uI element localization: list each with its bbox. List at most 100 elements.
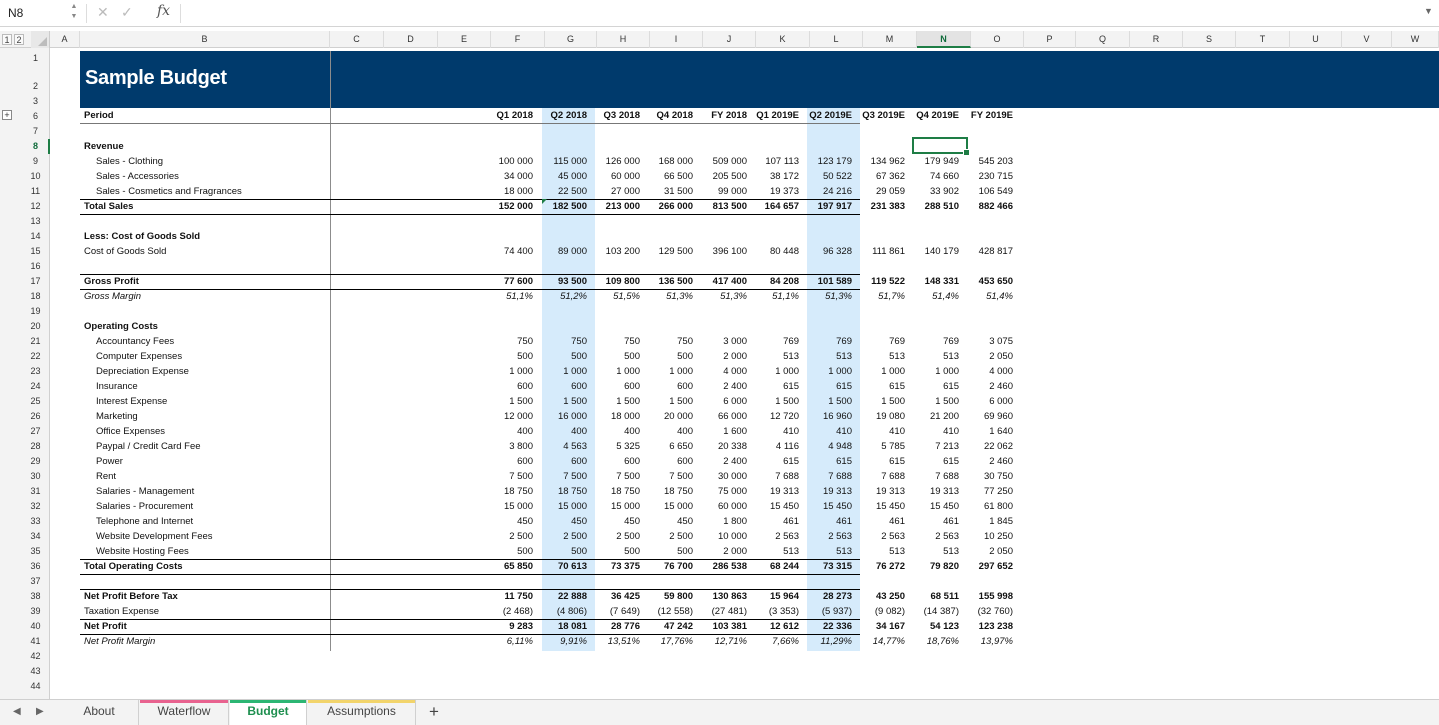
row-header-28[interactable]: 28 xyxy=(21,439,50,454)
row-label[interactable]: Cost of Goods Sold xyxy=(84,244,324,259)
value-cell[interactable]: 5 785 xyxy=(853,439,905,454)
value-cell[interactable]: 461 xyxy=(853,514,905,529)
value-cell[interactable]: 19 313 xyxy=(853,484,905,499)
value-cell[interactable]: 77 600 xyxy=(481,274,533,289)
value-cell[interactable]: 29 059 xyxy=(853,184,905,199)
value-cell[interactable]: 51,2% xyxy=(535,289,587,304)
row-label[interactable]: Sales - Clothing xyxy=(96,154,336,169)
value-cell[interactable]: 6,11% xyxy=(481,634,533,649)
value-cell[interactable]: 615 xyxy=(800,454,852,469)
value-cell[interactable]: 600 xyxy=(588,454,640,469)
row-label[interactable]: Revenue xyxy=(84,139,324,154)
value-cell[interactable]: 7 500 xyxy=(641,469,693,484)
row-header-37[interactable]: 37 xyxy=(21,574,50,589)
value-cell[interactable]: 769 xyxy=(800,334,852,349)
value-cell[interactable]: 230 715 xyxy=(961,169,1013,184)
value-cell[interactable]: 134 962 xyxy=(853,154,905,169)
row-header-24[interactable]: 24 xyxy=(21,379,50,394)
value-cell[interactable]: 1 500 xyxy=(588,394,640,409)
value-cell[interactable]: 500 xyxy=(535,349,587,364)
value-cell[interactable]: 20 338 xyxy=(695,439,747,454)
value-cell[interactable]: 73 375 xyxy=(588,559,640,574)
row-header-29[interactable]: 29 xyxy=(21,454,50,469)
value-cell[interactable]: 7 688 xyxy=(853,469,905,484)
value-cell[interactable]: 7 500 xyxy=(481,469,533,484)
row-label[interactable]: Rent xyxy=(96,469,336,484)
value-cell[interactable]: 11 750 xyxy=(481,589,533,604)
value-cell[interactable]: 100 000 xyxy=(481,154,533,169)
add-sheet-button[interactable]: + xyxy=(424,702,444,722)
row-label[interactable]: Total Operating Costs xyxy=(84,559,324,574)
column-header-t[interactable]: T xyxy=(1236,31,1290,48)
value-cell[interactable]: 34 000 xyxy=(481,169,533,184)
value-cell[interactable]: 13,97% xyxy=(961,634,1013,649)
row-header-40[interactable]: 40 xyxy=(21,619,50,634)
row-label[interactable]: Operating Costs xyxy=(84,319,324,334)
value-cell[interactable]: 2 460 xyxy=(961,454,1013,469)
value-cell[interactable]: 51,4% xyxy=(907,289,959,304)
value-cell[interactable]: 461 xyxy=(907,514,959,529)
value-cell[interactable]: 4 000 xyxy=(695,364,747,379)
value-cell[interactable]: 600 xyxy=(588,379,640,394)
sheet-tab-assumptions[interactable]: Assumptions xyxy=(308,700,416,725)
sheet-tab-budget[interactable]: Budget xyxy=(230,700,307,725)
row-header-17[interactable]: 17 xyxy=(21,274,50,289)
value-cell[interactable]: 750 xyxy=(481,334,533,349)
value-cell[interactable]: 1 500 xyxy=(535,394,587,409)
value-cell[interactable]: 461 xyxy=(747,514,799,529)
value-cell[interactable]: 19 313 xyxy=(747,484,799,499)
value-cell[interactable]: 615 xyxy=(853,454,905,469)
formula-input[interactable] xyxy=(186,4,1406,22)
value-cell[interactable]: 12 612 xyxy=(747,619,799,634)
value-cell[interactable]: 65 850 xyxy=(481,559,533,574)
value-cell[interactable]: 600 xyxy=(481,379,533,394)
cancel-icon[interactable]: ✕ xyxy=(97,4,109,21)
value-cell[interactable]: 51,7% xyxy=(853,289,905,304)
value-cell[interactable]: 15 450 xyxy=(907,499,959,514)
value-cell[interactable]: 1 000 xyxy=(588,364,640,379)
row-header-21[interactable]: 21 xyxy=(21,334,50,349)
column-header-u[interactable]: U xyxy=(1290,31,1342,48)
value-cell[interactable]: 16 000 xyxy=(535,409,587,424)
value-cell[interactable]: 2 460 xyxy=(961,379,1013,394)
value-cell[interactable]: 410 xyxy=(800,424,852,439)
value-cell[interactable]: 89 000 xyxy=(535,244,587,259)
column-header-l[interactable]: L xyxy=(810,31,863,48)
value-cell[interactable]: 13,51% xyxy=(588,634,640,649)
value-cell[interactable]: 24 216 xyxy=(800,184,852,199)
row-header-1[interactable]: 1 xyxy=(21,48,50,68)
value-cell[interactable]: 410 xyxy=(853,424,905,439)
row-header-6[interactable]: 6 xyxy=(21,109,50,124)
value-cell[interactable]: 33 902 xyxy=(907,184,959,199)
value-cell[interactable]: 266 000 xyxy=(641,199,693,214)
column-header-a[interactable]: A xyxy=(50,31,80,48)
value-cell[interactable]: 1 000 xyxy=(853,364,905,379)
value-cell[interactable]: 27 000 xyxy=(588,184,640,199)
value-cell[interactable]: 15 000 xyxy=(481,499,533,514)
value-cell[interactable]: 115 000 xyxy=(535,154,587,169)
value-cell[interactable]: 7 500 xyxy=(535,469,587,484)
value-cell[interactable]: 615 xyxy=(907,454,959,469)
value-cell[interactable]: 2 050 xyxy=(961,349,1013,364)
value-cell[interactable]: 461 xyxy=(800,514,852,529)
value-cell[interactable]: 19 313 xyxy=(800,484,852,499)
value-cell[interactable]: 7 500 xyxy=(588,469,640,484)
value-cell[interactable]: 18 000 xyxy=(588,409,640,424)
value-cell[interactable]: 73 315 xyxy=(800,559,852,574)
value-cell[interactable]: 2 563 xyxy=(800,529,852,544)
row-label[interactable]: Net Profit xyxy=(84,619,324,634)
value-cell[interactable]: 2 400 xyxy=(695,379,747,394)
value-cell[interactable]: 18 000 xyxy=(481,184,533,199)
value-cell[interactable]: 1 640 xyxy=(961,424,1013,439)
value-cell[interactable]: 61 800 xyxy=(961,499,1013,514)
value-cell[interactable]: 1 600 xyxy=(695,424,747,439)
value-cell[interactable]: 513 xyxy=(800,544,852,559)
value-cell[interactable]: 400 xyxy=(535,424,587,439)
value-cell[interactable]: 18 081 xyxy=(535,619,587,634)
value-cell[interactable]: 410 xyxy=(907,424,959,439)
value-cell[interactable]: 60 000 xyxy=(695,499,747,514)
value-cell[interactable]: 155 998 xyxy=(961,589,1013,604)
value-cell[interactable]: 615 xyxy=(907,379,959,394)
value-cell[interactable]: 109 800 xyxy=(588,274,640,289)
value-cell[interactable]: 54 123 xyxy=(907,619,959,634)
